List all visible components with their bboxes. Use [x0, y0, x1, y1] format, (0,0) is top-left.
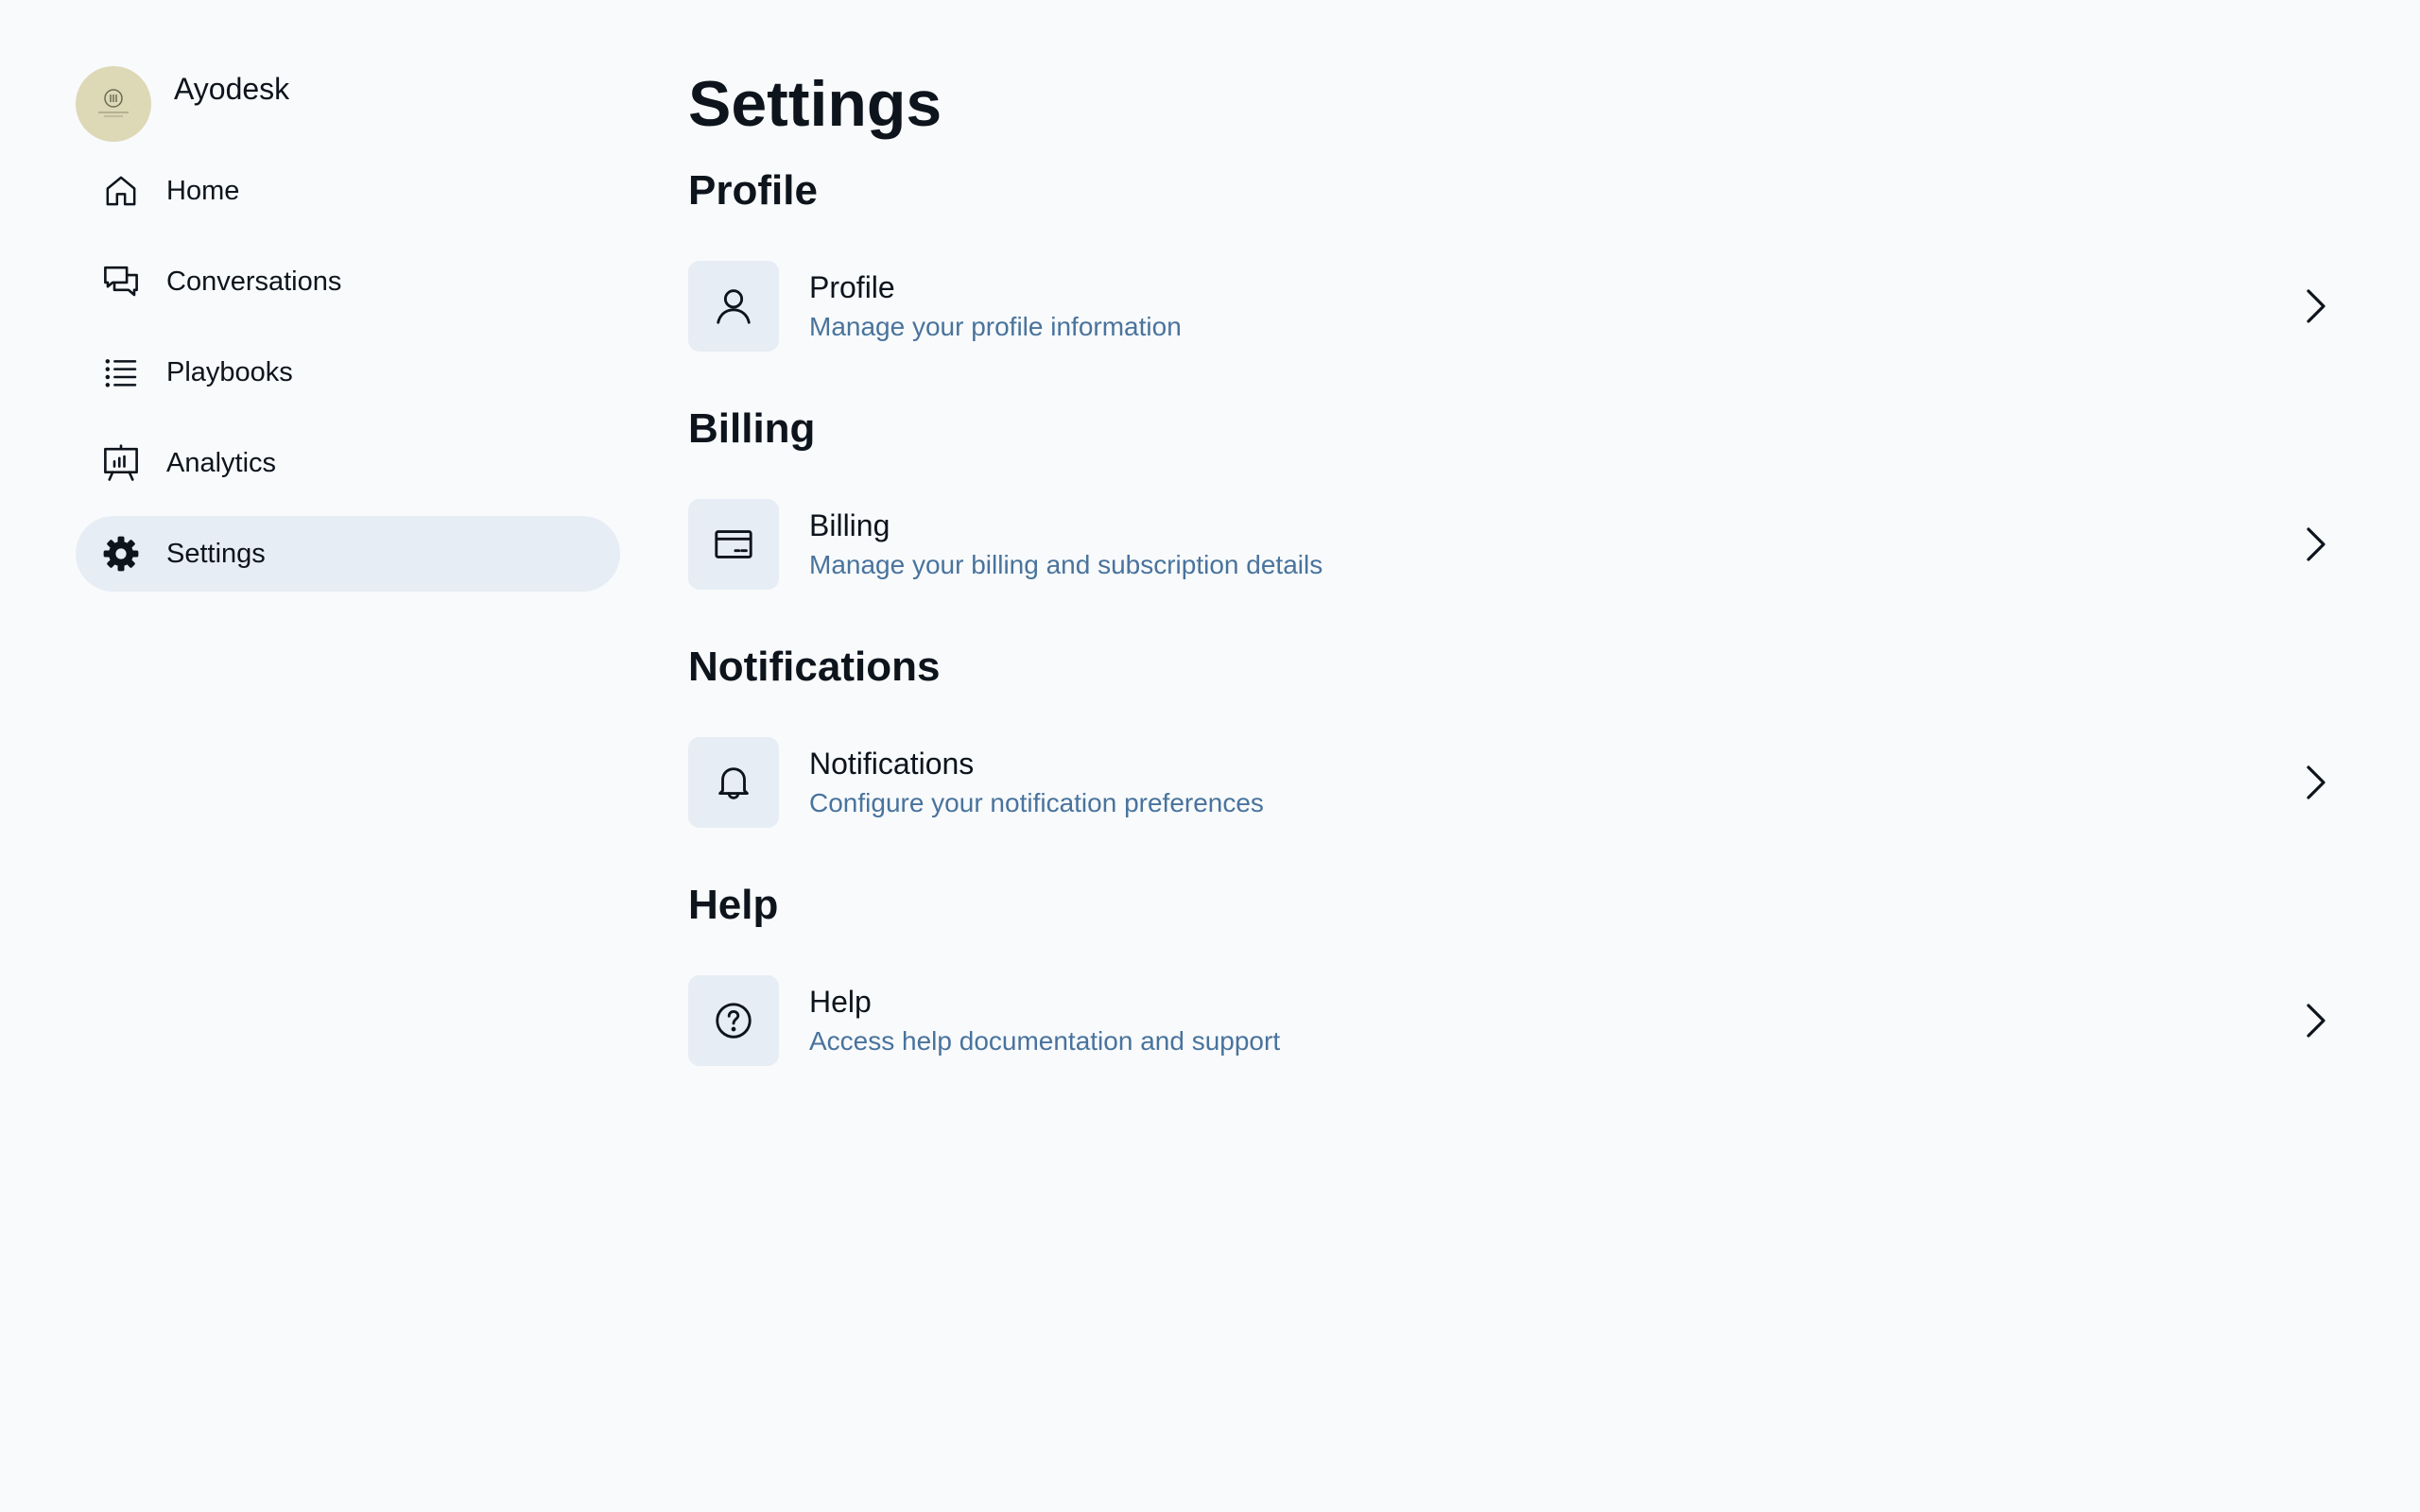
row-subtitle: Configure your notification preferences — [809, 788, 1264, 817]
main-content: Settings Profile Profile Manage your pro… — [688, 57, 2344, 1113]
sidebar: Ayodesk Home Conversations Playbooks Ana… — [76, 66, 620, 607]
settings-row-profile[interactable]: Profile Manage your profile information — [688, 244, 2344, 369]
settings-row-help[interactable]: Help Access help documentation and suppo… — [688, 958, 2344, 1083]
sidebar-item-label: Home — [166, 175, 240, 206]
chat-bubbles-icon — [100, 261, 142, 302]
gear-icon — [100, 533, 142, 575]
list-icon — [100, 352, 142, 393]
brand-name: Ayodesk — [174, 72, 290, 106]
chevron-right-icon[interactable] — [2288, 992, 2344, 1049]
row-title: Profile — [809, 270, 895, 304]
row-text: Billing Manage your billing and subscrip… — [809, 505, 2288, 584]
section-heading-billing: Billing — [688, 405, 816, 452]
row-text: Profile Manage your profile information — [809, 266, 2288, 346]
row-subtitle: Manage your billing and subscription det… — [809, 550, 1323, 579]
sidebar-item-analytics[interactable]: Analytics — [76, 425, 620, 501]
sidebar-nav: Home Conversations Playbooks Analytics S… — [76, 153, 620, 592]
sidebar-item-label: Playbooks — [166, 356, 293, 387]
row-text: Notifications Configure your notificatio… — [809, 743, 2288, 822]
presentation-chart-icon — [100, 442, 142, 484]
house-icon — [100, 170, 142, 212]
sidebar-item-label: Settings — [166, 538, 266, 569]
sidebar-item-home[interactable]: Home — [76, 153, 620, 229]
settings-row-notifications[interactable]: Notifications Configure your notificatio… — [688, 720, 2344, 845]
row-subtitle: Access help documentation and support — [809, 1026, 1281, 1056]
row-title: Billing — [809, 508, 890, 542]
section-heading-notifications: Notifications — [688, 644, 941, 690]
credit-card-icon — [688, 499, 779, 590]
chevron-right-icon[interactable] — [2288, 754, 2344, 811]
brand: Ayodesk — [76, 66, 620, 144]
row-text: Help Access help documentation and suppo… — [809, 981, 2288, 1060]
sidebar-item-conversations[interactable]: Conversations — [76, 244, 620, 319]
section-heading-help: Help — [688, 882, 779, 928]
avatar[interactable] — [76, 66, 151, 142]
chevron-right-icon[interactable] — [2288, 278, 2344, 335]
row-title: Notifications — [809, 747, 975, 781]
sidebar-item-label: Conversations — [166, 266, 342, 297]
chevron-right-icon[interactable] — [2288, 516, 2344, 573]
question-circle-icon — [688, 975, 779, 1066]
sidebar-item-label: Analytics — [166, 447, 277, 478]
logo-icon — [98, 89, 129, 117]
row-title: Help — [809, 985, 872, 1019]
sidebar-item-settings[interactable]: Settings — [76, 516, 620, 592]
user-icon — [688, 261, 779, 352]
bell-icon — [688, 737, 779, 828]
row-subtitle: Manage your profile information — [809, 312, 1182, 341]
settings-row-billing[interactable]: Billing Manage your billing and subscrip… — [688, 482, 2344, 607]
page-title: Settings — [688, 68, 942, 140]
section-heading-profile: Profile — [688, 167, 818, 214]
sidebar-item-playbooks[interactable]: Playbooks — [76, 335, 620, 410]
